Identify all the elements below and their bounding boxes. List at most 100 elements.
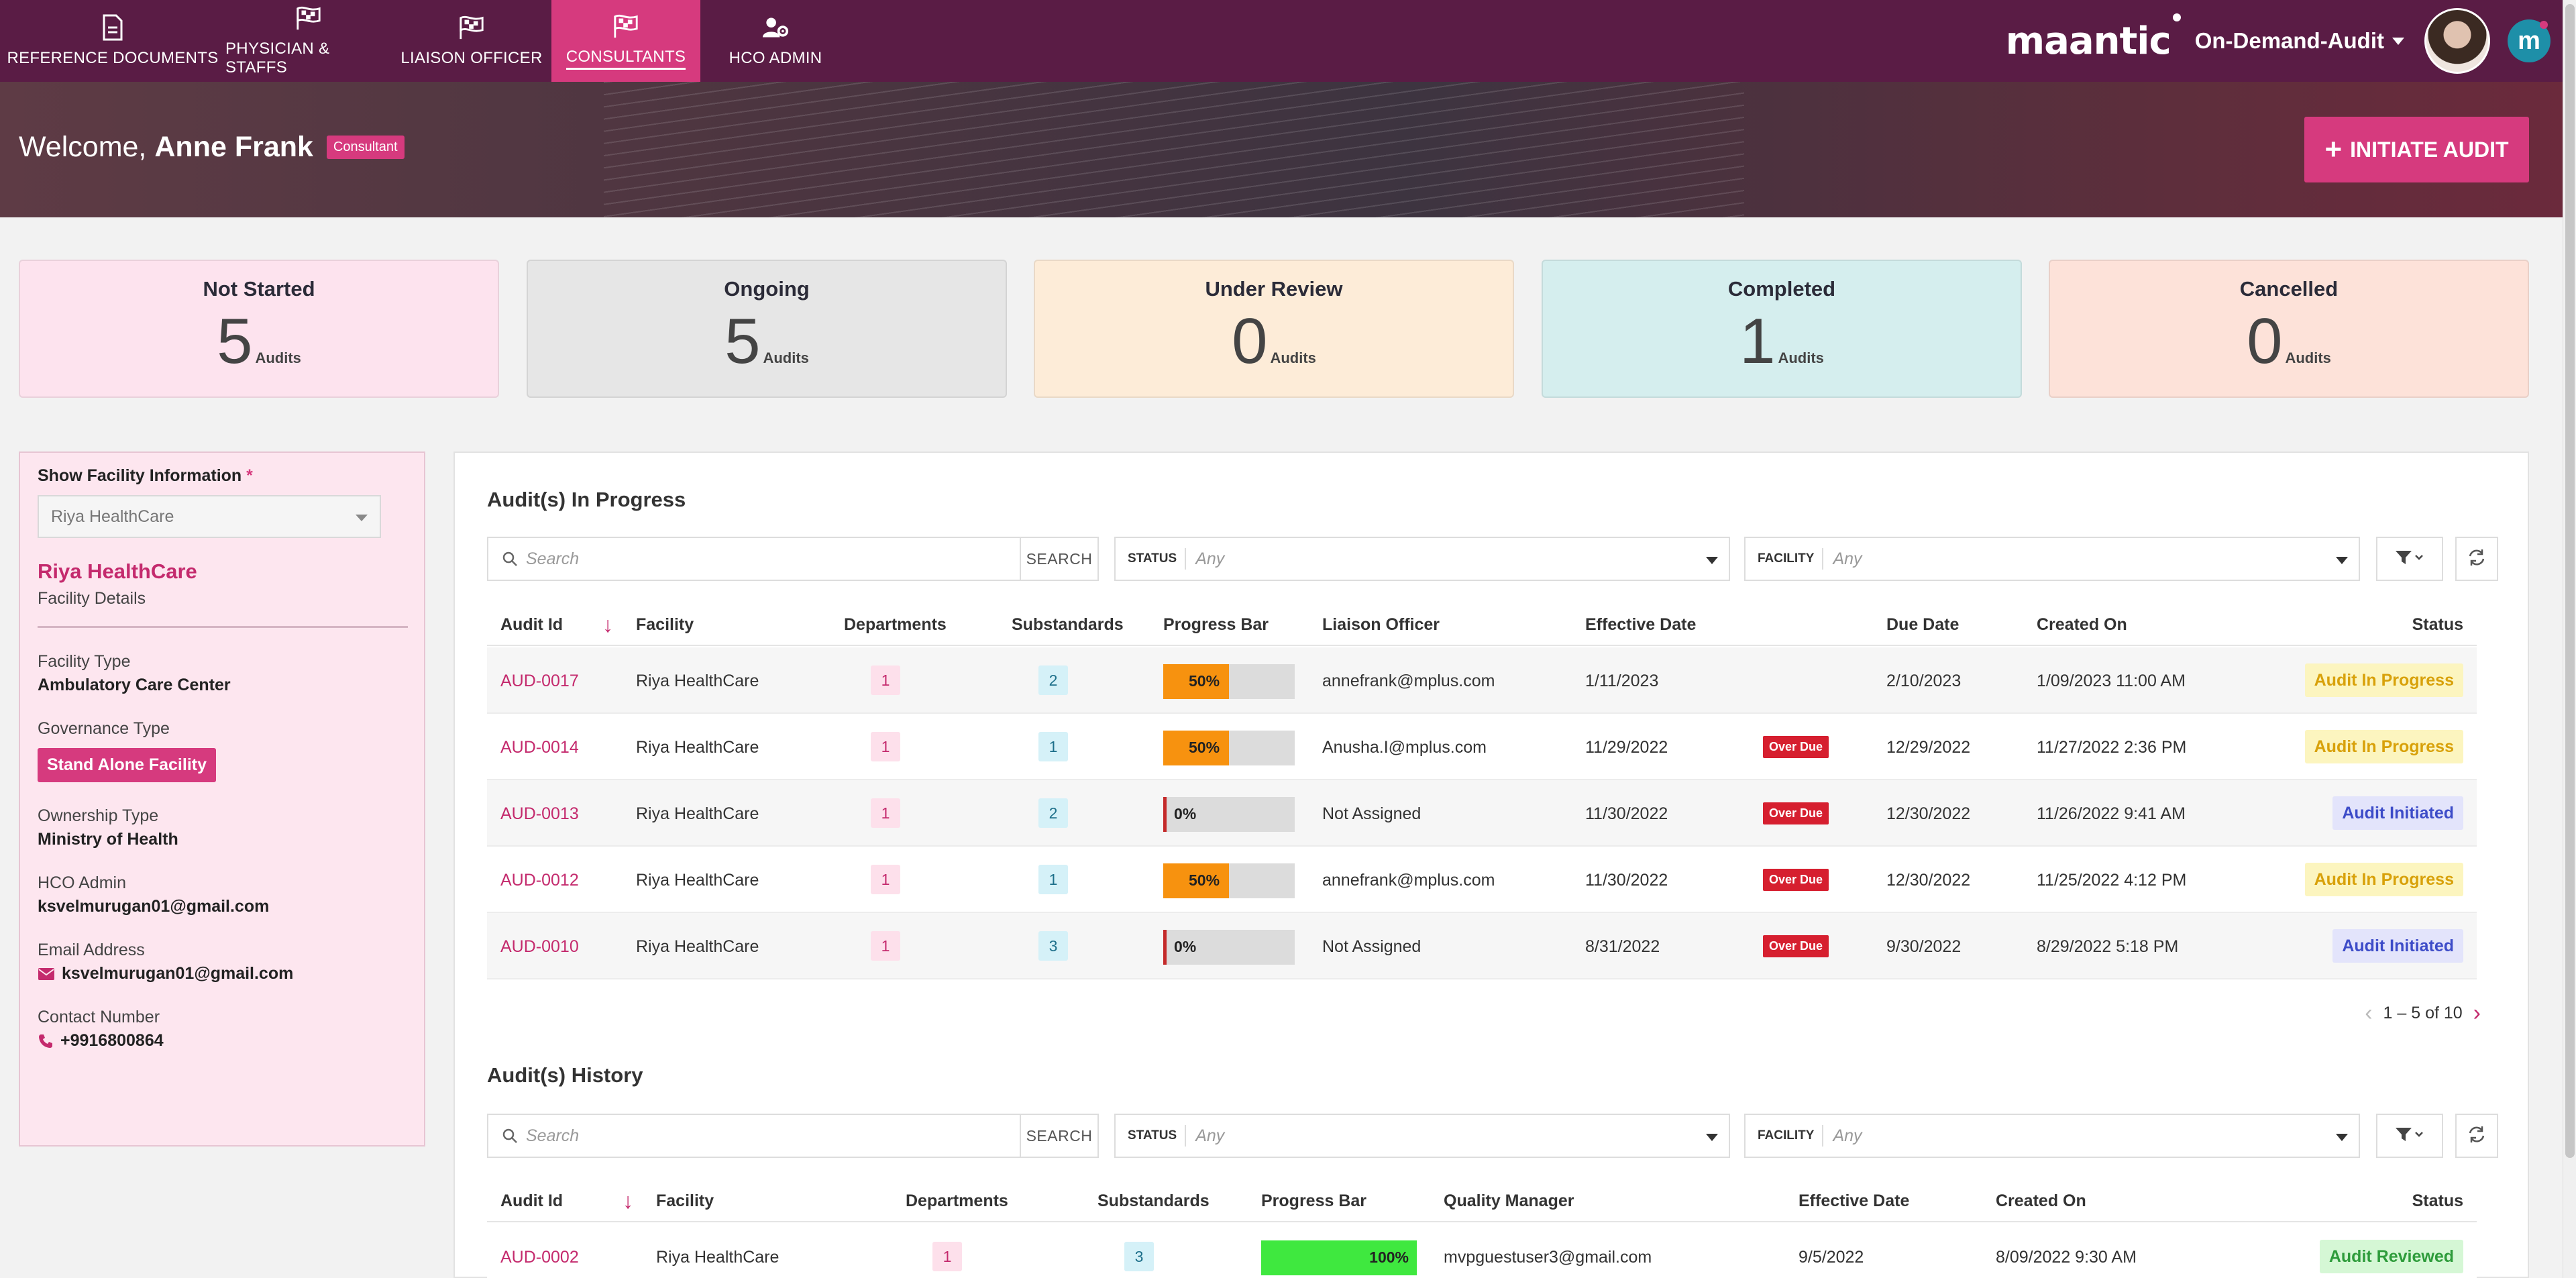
effective-date-cell: 1/11/2023 — [1585, 672, 1659, 690]
chevron-down-icon — [356, 515, 368, 521]
col-quality-manager[interactable]: Quality Manager — [1444, 1191, 1574, 1211]
progress-label: 0% — [1174, 938, 1197, 955]
col-status[interactable]: Status — [2412, 615, 2463, 635]
audit-id-link[interactable]: AUD-0014 — [500, 738, 579, 757]
col-created-on[interactable]: Created On — [2037, 615, 2127, 635]
card-ongoing[interactable]: Ongoing 5 Audits — [527, 260, 1007, 398]
table-row[interactable]: AUD-0014 Riya HealthCare 1 1 50% Anusha.I@mpl… — [487, 714, 2477, 780]
sort-down-icon[interactable]: ↓ — [623, 1189, 633, 1214]
table-row[interactable]: AUD-0010 Riya HealthCare 1 3 0% Not Assigned 8… — [487, 913, 2477, 979]
avatar[interactable] — [2424, 8, 2490, 74]
page-range: 1 – 5 of 10 — [2383, 1004, 2463, 1022]
divider — [38, 626, 408, 628]
top-nav: REFERENCE DOCUMENTS PHYSICIAN & STAFFS L… — [0, 0, 2563, 82]
facility-select[interactable]: Riya HealthCare — [38, 495, 381, 538]
col-substandards[interactable]: Substandards — [1097, 1191, 1210, 1211]
col-departments[interactable]: Departments — [844, 615, 947, 635]
plus-icon: + — [2324, 133, 2343, 166]
history-search-input[interactable]: Search — [487, 1114, 1021, 1158]
overdue-badge: Over Due — [1763, 736, 1829, 758]
col-progress-bar: Progress Bar — [1163, 615, 1269, 634]
history-filter-button[interactable] — [2376, 1114, 2443, 1158]
substandards-count: 1 — [1038, 732, 1068, 761]
user-gear-icon — [762, 14, 789, 41]
card-under-review[interactable]: Under Review 0 Audits — [1034, 260, 1514, 398]
contact-number: Contact Number +9916800864 — [38, 1008, 164, 1051]
refresh-button[interactable] — [2455, 537, 2498, 581]
progress-label: 0% — [1174, 805, 1197, 822]
table-row[interactable]: AUD-0002 Riya HealthCare 1 3 100% mvpguestuse… — [487, 1224, 2477, 1278]
checkered-flag-icon — [458, 14, 485, 41]
card-completed[interactable]: Completed 1 Audits — [1542, 260, 2022, 398]
col-audit-id[interactable]: Audit Id — [500, 1191, 563, 1211]
col-effective-date[interactable]: Effective Date — [1585, 615, 1696, 635]
card-not-started[interactable]: Not Started 5 Audits — [19, 260, 499, 398]
created-on-cell: 8/29/2022 5:18 PM — [2037, 937, 2179, 956]
col-substandards[interactable]: Substandards — [1012, 615, 1124, 635]
audit-id-link[interactable]: AUD-0002 — [500, 1248, 579, 1267]
refresh-icon — [2467, 548, 2486, 570]
audit-id-link[interactable]: AUD-0013 — [500, 804, 579, 824]
history-facility-filter[interactable]: FACILITY Any — [1744, 1114, 2360, 1158]
table-row[interactable]: AUD-0017 Riya HealthCare 1 2 50% annefrank@mp… — [487, 647, 2477, 714]
nav-liaison-officer[interactable]: LIAISON OFFICER — [392, 0, 551, 82]
col-audit-id[interactable]: Audit Id — [500, 615, 563, 635]
phone-link[interactable]: +9916800864 — [60, 1031, 164, 1051]
app-logo-icon[interactable]: m — [2508, 19, 2551, 62]
col-facility[interactable]: Facility — [636, 615, 694, 635]
nav-hco-admin[interactable]: HCO ADMIN — [700, 0, 851, 82]
due-date-cell: 2/10/2023 — [1886, 672, 1962, 690]
card-count: 5 — [217, 305, 253, 377]
sort-down-icon[interactable]: ↓ — [602, 613, 613, 637]
brand-logo: maantic — [2006, 13, 2181, 63]
chevron-left-icon[interactable]: ‹ — [2365, 1000, 2372, 1026]
facility-filter[interactable]: FACILITY Any — [1744, 537, 2360, 581]
audit-id-link[interactable]: AUD-0010 — [500, 937, 579, 957]
scrollbar-thumb[interactable] — [2565, 4, 2575, 1158]
col-departments[interactable]: Departments — [906, 1191, 1008, 1211]
history-search-button[interactable]: SEARCH — [1021, 1114, 1099, 1158]
card-count: 0 — [1232, 305, 1268, 377]
col-due-date[interactable]: Due Date — [1886, 615, 1959, 635]
col-facility[interactable]: Facility — [656, 1191, 714, 1211]
chevron-down-icon — [2392, 37, 2404, 45]
col-liaison-officer[interactable]: Liaison Officer — [1322, 615, 1440, 635]
filter-button[interactable] — [2376, 537, 2443, 581]
chevron-right-icon[interactable]: › — [2473, 1000, 2481, 1026]
col-effective-date[interactable]: Effective Date — [1799, 1191, 1909, 1211]
col-progress-bar: Progress Bar — [1261, 1191, 1367, 1210]
governance-badge: Stand Alone Facility — [38, 748, 217, 782]
nav-physician-staffs[interactable]: PHYSICIAN & STAFFS — [225, 0, 392, 82]
audit-id-link[interactable]: AUD-0012 — [500, 871, 579, 890]
col-status[interactable]: Status — [2412, 1191, 2463, 1211]
show-facility-label: Show Facility Information * — [38, 466, 253, 485]
audit-id-link[interactable]: AUD-0017 — [500, 672, 579, 691]
refresh-icon — [2467, 1125, 2486, 1147]
departments-count: 1 — [932, 1242, 962, 1271]
search-button[interactable]: SEARCH — [1021, 537, 1099, 581]
audits-panel: Audit(s) In Progress Search SEARCH STATU… — [453, 451, 2529, 1278]
progress-bar: 50% — [1163, 664, 1295, 699]
search-input[interactable]: Search — [487, 537, 1021, 581]
table-row[interactable]: AUD-0012 Riya HealthCare 1 1 50% annefrank@mp… — [487, 847, 2477, 913]
history-status-filter[interactable]: STATUS Any — [1114, 1114, 1730, 1158]
status-badge: Audit Initiated — [2332, 796, 2463, 830]
facility-panel: Show Facility Information * Riya HealthC… — [19, 451, 425, 1147]
col-created-on[interactable]: Created On — [1996, 1191, 2086, 1211]
card-cancelled[interactable]: Cancelled 0 Audits — [2049, 260, 2529, 398]
table-row[interactable]: AUD-0013 Riya HealthCare 1 2 0% Not Assigned 1… — [487, 780, 2477, 847]
nav-reference-documents[interactable]: REFERENCE DOCUMENTS — [0, 0, 225, 82]
welcome-banner: Welcome, Anne Frank Consultant + INITIAT… — [0, 82, 2563, 217]
initiate-audit-button[interactable]: + INITIATE AUDIT — [2304, 117, 2529, 182]
status-badge: Audit Reviewed — [2319, 1240, 2463, 1273]
status-filter[interactable]: STATUS Any — [1114, 537, 1730, 581]
nav-consultants[interactable]: CONSULTANTS — [551, 0, 700, 82]
app-selector[interactable]: On-Demand-Audit — [2195, 28, 2404, 54]
progress-bar: 100% — [1261, 1240, 1417, 1275]
progress-fill — [1163, 930, 1167, 965]
email-link[interactable]: ksvelmurugan01@gmail.com — [62, 964, 293, 983]
facility-cell: Riya HealthCare — [636, 871, 759, 890]
page-scrollbar[interactable] — [2563, 0, 2576, 1278]
progress-label: 50% — [1189, 871, 1220, 889]
history-refresh-button[interactable] — [2455, 1114, 2498, 1158]
